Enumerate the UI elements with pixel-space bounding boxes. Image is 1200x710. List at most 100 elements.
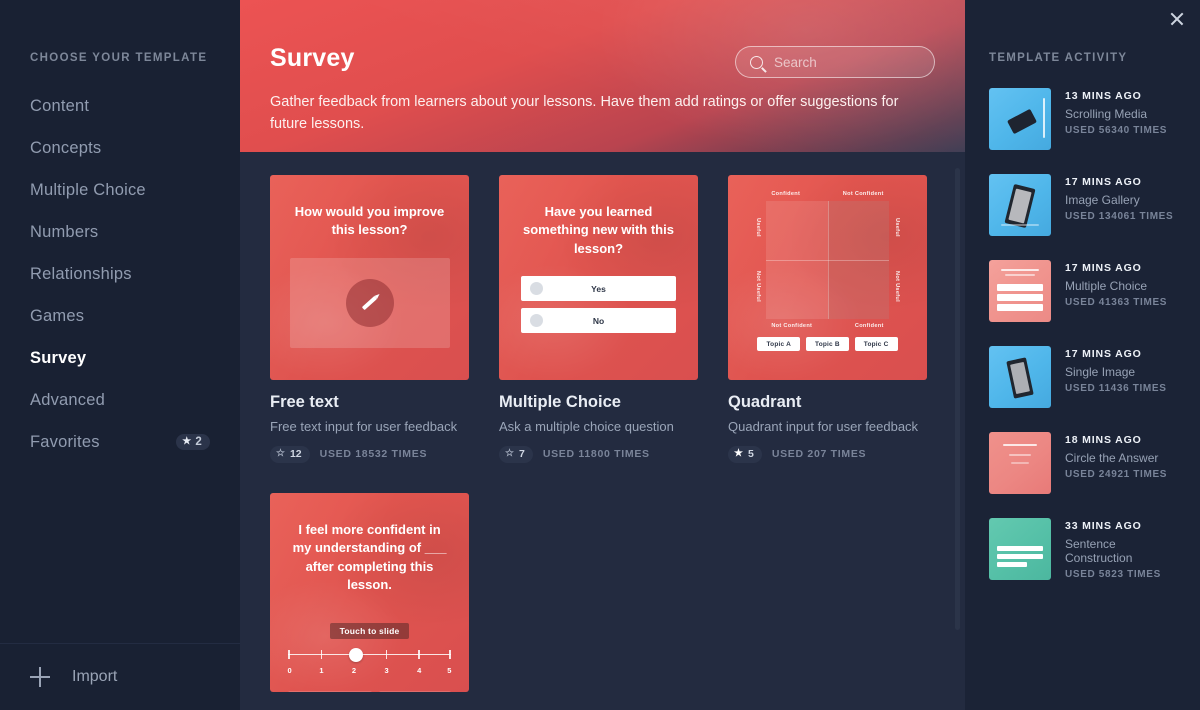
favorite-badge[interactable]: ☆ 7	[499, 445, 533, 463]
main-scrollbar[interactable]	[955, 168, 960, 630]
topic-chip: Topic A	[757, 337, 800, 351]
quadrant-left-labels: Useful Not Useful	[750, 201, 766, 319]
option-row: Yes	[521, 276, 676, 302]
activity-item[interactable]: 17 MINS AGO Single Image USED 11436 TIME…	[989, 346, 1176, 408]
activity-name: Sentence Construction	[1065, 537, 1133, 565]
plus-icon	[30, 667, 50, 687]
activity-time: 33 MINS AGO	[1065, 520, 1142, 532]
pencil-icon	[345, 278, 394, 327]
sidebar-item-content[interactable]: Content	[0, 85, 240, 127]
favorites-count-badge: ★ 2	[176, 434, 210, 450]
option-label: Yes	[591, 283, 606, 294]
template-title: Free text	[270, 393, 339, 411]
sidebar: CHOOSE YOUR TEMPLATE Content Concepts Mu…	[0, 0, 240, 710]
template-grid-scroll: How would you improve this lesson? Free …	[240, 152, 965, 710]
activity-name: Scrolling Media	[1065, 107, 1148, 121]
sidebar-heading: CHOOSE YOUR TEMPLATE	[30, 52, 208, 64]
quadrant-label: Confident	[854, 323, 884, 329]
activity-item[interactable]: 17 MINS AGO Image Gallery USED 134061 TI…	[989, 174, 1176, 236]
search-input[interactable]	[774, 54, 914, 70]
main-panel: Survey Gather feedback from learners abo…	[240, 0, 965, 710]
sidebar-item-concepts[interactable]: Concepts	[0, 127, 240, 169]
scale-tick-label: 2	[351, 665, 357, 675]
activity-time: 17 MINS AGO	[1065, 348, 1142, 360]
preview-question: I feel more confident in my understandin…	[292, 521, 447, 593]
favorite-badge[interactable]: ★ 5	[728, 445, 762, 463]
template-subtitle: Quadrant input for user feedback	[728, 419, 919, 434]
template-meta: ☆ 12 USED 18532 TIMES	[270, 445, 469, 463]
sidebar-item-survey[interactable]: Survey	[0, 337, 240, 379]
quadrant-label: Not Useful	[894, 271, 900, 302]
slider-track[interactable]	[288, 647, 451, 663]
activity-item[interactable]: 18 MINS AGO Circle the Answer USED 24921…	[989, 432, 1176, 494]
sidebar-item-label: Relationships	[30, 264, 132, 283]
sidebar-item-label: Concepts	[30, 138, 102, 157]
sidebar-item-advanced[interactable]: Advanced	[0, 379, 240, 421]
quadrant-label: Useful	[894, 218, 900, 237]
activity-time: 17 MINS AGO	[1065, 176, 1142, 188]
scale-tick-label: 3	[384, 665, 389, 675]
sidebar-item-numbers[interactable]: Numbers	[0, 211, 240, 253]
used-count: USED 11800 TIMES	[542, 448, 650, 461]
scale-tick-label: 4	[417, 665, 422, 675]
activity-used: USED 5823 TIMES	[1065, 569, 1161, 580]
quadrant-topic-chips: Topic A Topic B Topic C	[750, 337, 905, 351]
activity-name: Multiple Choice	[1065, 279, 1148, 293]
favorite-count: 12	[289, 448, 302, 461]
scale-tick-label: 1	[319, 665, 324, 675]
quadrant-preview: Confident Not Confident Useful Not Usefu…	[728, 175, 927, 380]
activity-item[interactable]: 13 MINS AGO Scrolling Media USED 56340 T…	[989, 88, 1176, 150]
slider-scale: 0 1 2 3 4 5	[287, 665, 452, 678]
sidebar-item-label: Numbers	[30, 222, 99, 241]
quadrant-label: Confident	[771, 191, 801, 197]
slider-hint-label: Touch to slide	[329, 622, 410, 639]
sidebar-item-multiple-choice[interactable]: Multiple Choice	[0, 169, 240, 211]
slider-endpoints: Strongly Disagree Strongly Agree	[288, 690, 451, 692]
quadrant-label: Not Useful	[755, 271, 761, 302]
import-button[interactable]: Import	[0, 643, 240, 710]
activity-heading: TEMPLATE ACTIVITY	[989, 52, 1128, 64]
template-thumbnail: How would you improve this lesson?	[270, 175, 469, 380]
activity-thumbnail	[989, 518, 1051, 580]
search-box[interactable]	[735, 46, 935, 78]
activity-item[interactable]: 33 MINS AGO Sentence Construction USED 5…	[989, 518, 1176, 580]
template-card-free-text[interactable]: How would you improve this lesson? Free …	[270, 175, 469, 463]
favorite-count: 7	[518, 448, 525, 461]
template-subtitle: Free text input for user feedback	[270, 419, 458, 434]
activity-panel: TEMPLATE ACTIVITY 13 MINS AGO Scrolling …	[965, 0, 1200, 710]
slider-left-label: Strongly Disagree	[288, 690, 372, 692]
free-text-input-preview	[289, 257, 450, 348]
activity-name: Image Gallery	[1065, 193, 1140, 207]
category-hero: Survey Gather feedback from learners abo…	[240, 0, 965, 152]
template-card-slider[interactable]: I feel more confident in my understandin…	[270, 492, 469, 692]
activity-used: USED 24921 TIMES	[1065, 469, 1168, 480]
favorite-badge[interactable]: ☆ 12	[270, 445, 310, 463]
quadrant-label: Not Confident	[842, 191, 884, 197]
template-meta: ★ 5 USED 207 TIMES	[728, 445, 927, 463]
template-card-multiple-choice[interactable]: Have you learned something new with this…	[499, 175, 698, 463]
sidebar-item-relationships[interactable]: Relationships	[0, 253, 240, 295]
scale-tick-label: 0	[287, 665, 292, 675]
activity-item[interactable]: 17 MINS AGO Multiple Choice USED 41363 T…	[989, 260, 1176, 322]
activity-time: 13 MINS AGO	[1065, 90, 1142, 102]
activity-thumbnail	[989, 346, 1051, 408]
close-icon[interactable]	[1165, 7, 1189, 31]
template-picker-modal: CHOOSE YOUR TEMPLATE Content Concepts Mu…	[0, 0, 1200, 710]
sidebar-item-games[interactable]: Games	[0, 295, 240, 337]
template-grid: How would you improve this lesson? Free …	[270, 175, 935, 692]
star-icon: ☆	[505, 448, 514, 460]
template-card-quadrant[interactable]: Confident Not Confident Useful Not Usefu…	[728, 175, 927, 463]
sidebar-item-label: Content	[30, 96, 90, 115]
template-subtitle: Ask a multiple choice question	[499, 419, 674, 434]
sidebar-item-label: Favorites	[30, 432, 100, 451]
star-icon: ★	[182, 436, 192, 447]
topic-chip: Topic C	[854, 337, 898, 351]
activity-thumbnail	[989, 260, 1051, 322]
sidebar-item-favorites[interactable]: Favorites ★ 2	[0, 421, 240, 463]
slider-knob[interactable]	[349, 647, 364, 662]
quadrant-bottom-labels: Not Confident Confident	[750, 323, 905, 329]
star-icon: ☆	[276, 448, 285, 460]
activity-used: USED 11436 TIMES	[1065, 383, 1167, 394]
favorite-count: 5	[747, 448, 754, 461]
sidebar-item-label: Survey	[30, 348, 87, 367]
